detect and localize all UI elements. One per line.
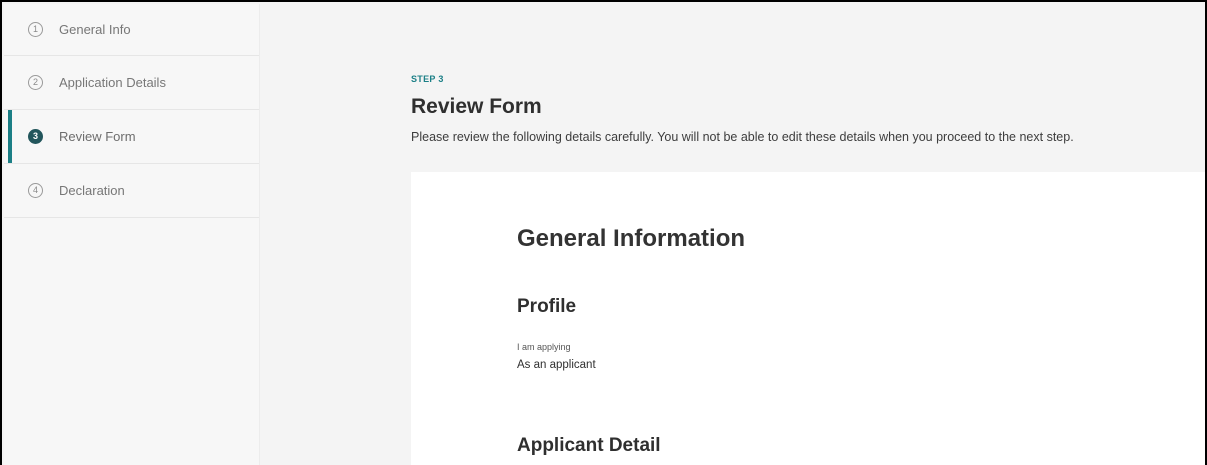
- subsection-title-profile: Profile: [517, 296, 577, 317]
- step-label: Review Form: [59, 129, 136, 144]
- step-sidebar: 1 General Info 2 Application Details 3 R…: [4, 4, 260, 465]
- step-label: General Info: [59, 22, 131, 37]
- step-number-badge: 4: [28, 183, 43, 198]
- section-title-general-information: General Information: [517, 225, 746, 252]
- step-number-badge: 1: [28, 22, 43, 37]
- sidebar-step-application-details[interactable]: 2 Application Details: [4, 56, 259, 110]
- step-label: Declaration: [59, 183, 125, 198]
- subsection-title-applicant-detail: Applicant Detail: [517, 435, 661, 456]
- field-label-applying: I am applying: [517, 342, 571, 352]
- page-description: Please review the following details care…: [411, 130, 1074, 144]
- review-card: General Information Profile I am applyin…: [411, 172, 1205, 465]
- step-number-badge: 2: [28, 75, 43, 90]
- sidebar-step-declaration[interactable]: 4 Declaration: [4, 164, 259, 218]
- step-number-badge: 3: [28, 129, 43, 144]
- app-frame: 1 General Info 2 Application Details 3 R…: [0, 0, 1207, 465]
- main-content: STEP 3 Review Form Please review the fol…: [261, 4, 1205, 465]
- page-title: Review Form: [411, 95, 542, 118]
- step-kicker: STEP 3: [411, 74, 444, 84]
- sidebar-step-general-info[interactable]: 1 General Info: [4, 4, 259, 56]
- sidebar-step-review-form[interactable]: 3 Review Form: [4, 110, 259, 164]
- field-value-applying: As an applicant: [517, 359, 596, 371]
- step-label: Application Details: [59, 75, 166, 90]
